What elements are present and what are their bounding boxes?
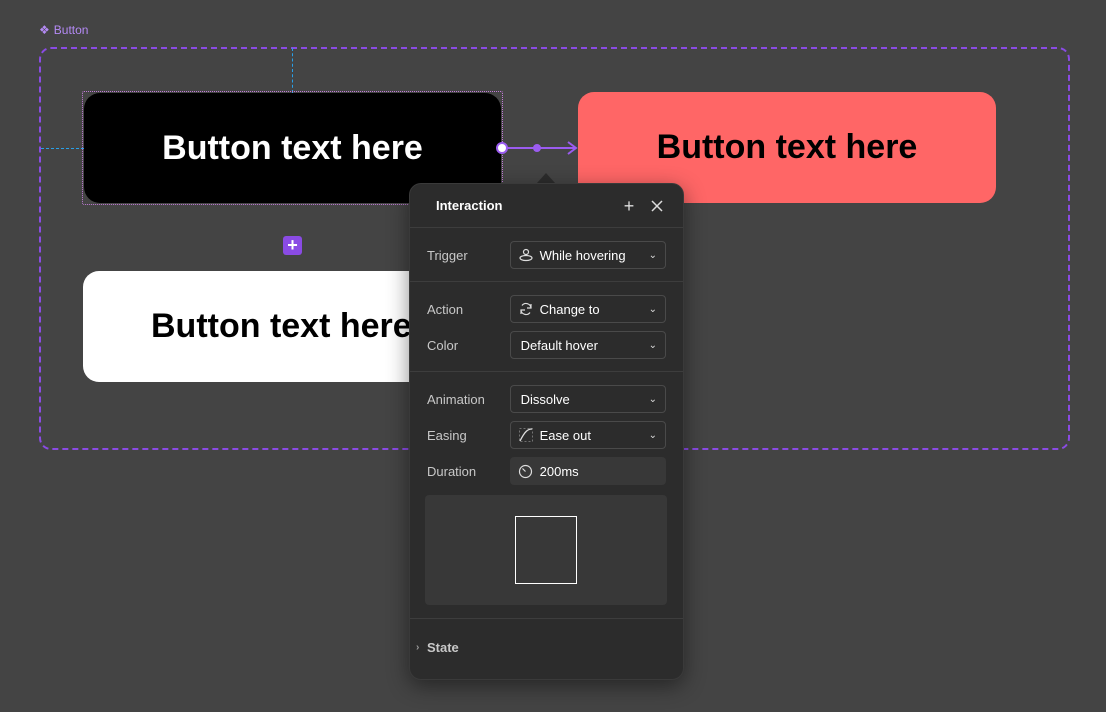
animation-select[interactable]: Dissolve ⌄ [509, 385, 666, 413]
easing-curve-icon [518, 427, 534, 443]
duration-input[interactable]: 200ms [509, 457, 666, 485]
connection-midpoint [533, 144, 541, 152]
preview-square [515, 516, 577, 584]
chevron-right-icon: › [416, 641, 420, 653]
action-section: Action Change to ⌄ Color Default hover ⌄ [410, 282, 683, 372]
chevron-down-icon: ⌄ [648, 429, 657, 441]
prototype-connection-arrow[interactable] [494, 138, 580, 158]
component-icon: ❖ [39, 23, 50, 37]
action-value: Change to [539, 301, 600, 317]
easing-value: Ease out [539, 427, 591, 443]
hover-cursor-icon [518, 247, 534, 263]
animation-section: Animation Dissolve ⌄ Easing Ease out ⌄ D… [410, 372, 683, 619]
measurement-guide-horizontal [41, 148, 84, 149]
panel-title: Interaction [436, 198, 503, 213]
chevron-down-icon: ⌄ [648, 249, 657, 261]
action-select[interactable]: Change to ⌄ [509, 295, 666, 323]
variant-default-text: Button text here [162, 128, 423, 167]
add-variant-button[interactable]: + [283, 236, 302, 255]
easing-select[interactable]: Ease out ⌄ [509, 421, 666, 449]
panel-header: Interaction + [410, 184, 683, 228]
panel-pointer [537, 173, 555, 183]
variant-white-text: Button text here [151, 307, 412, 345]
state-label: State [427, 639, 459, 655]
component-set-label[interactable]: ❖ Button [39, 23, 88, 37]
measurement-guide-vertical [292, 48, 293, 93]
animation-preview [425, 495, 667, 605]
trigger-section: Trigger While hovering ⌄ [410, 228, 683, 282]
close-icon[interactable] [649, 198, 665, 214]
add-icon[interactable]: + [621, 197, 637, 215]
animation-label: Animation [427, 391, 485, 407]
chevron-down-icon: ⌄ [648, 393, 657, 405]
chevron-down-icon: ⌄ [648, 303, 657, 315]
trigger-value: While hovering [539, 247, 626, 263]
timer-icon [518, 463, 534, 479]
interaction-panel: Interaction + Trigger While hovering ⌄ A… [409, 183, 684, 680]
chevron-down-icon: ⌄ [648, 339, 657, 351]
state-section-toggle[interactable]: › State [410, 619, 683, 675]
color-select[interactable]: Default hover ⌄ [509, 331, 666, 359]
plus-icon: + [287, 235, 298, 255]
trigger-select[interactable]: While hovering ⌄ [509, 241, 666, 269]
duration-label: Duration [427, 463, 477, 479]
animation-value: Dissolve [520, 391, 570, 407]
color-label: Color [427, 337, 459, 353]
refresh-icon [518, 301, 534, 317]
duration-value: 200ms [539, 463, 579, 479]
connection-start-handle [496, 142, 508, 154]
component-set-name: Button [53, 23, 89, 37]
action-label: Action [427, 301, 464, 317]
color-value: Default hover [520, 337, 598, 353]
trigger-label: Trigger [427, 247, 468, 263]
variant-hover-text: Button text here [656, 128, 918, 166]
easing-label: Easing [427, 427, 467, 443]
